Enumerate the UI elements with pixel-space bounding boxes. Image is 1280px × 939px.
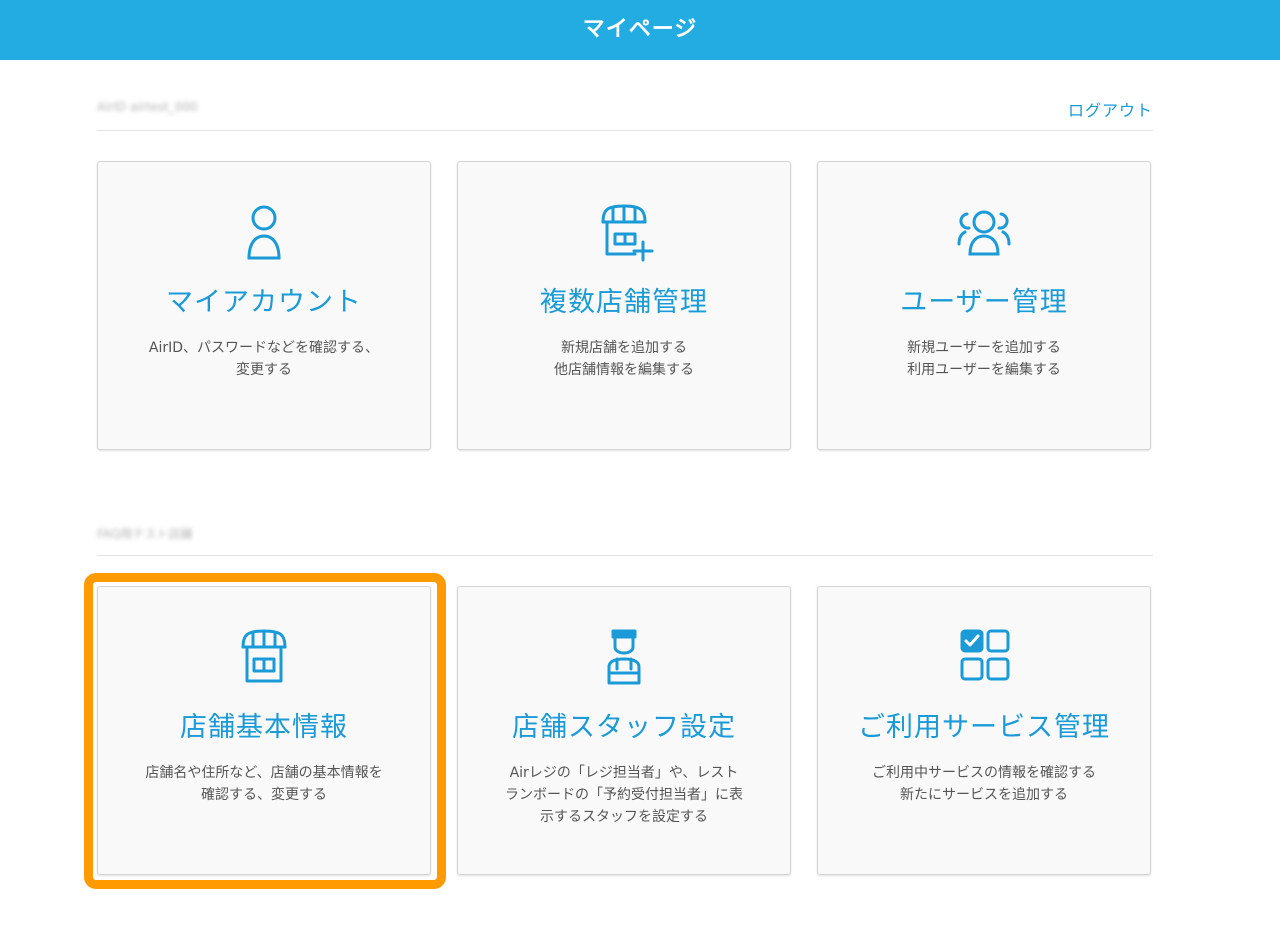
card-description: ご利用中サービスの情報を確認する 新たにサービスを追加する [872, 765, 1096, 803]
staff-icon [589, 625, 659, 689]
card-title: ご利用サービス管理 [858, 712, 1110, 743]
store-staff-card[interactable]: 店舗スタッフ設定 Airレジの「レジ担当者」や、レスト ランボードの「予約受付担… [457, 586, 791, 875]
card-title: マイアカウント [166, 287, 362, 318]
card-title: 店舗スタッフ設定 [512, 712, 736, 743]
multi-store-card[interactable]: 複数店舗管理 新規店舗を追加する 他店舗情報を編集する [457, 161, 791, 450]
card-title: 店舗基本情報 [180, 712, 348, 743]
user-management-card[interactable]: ユーザー管理 新規ユーザーを追加する 利用ユーザーを編集する [817, 161, 1151, 450]
card-description: 新規店舗を追加する 他店舗情報を編集する [554, 340, 694, 378]
page-header: マイページ [0, 0, 1280, 60]
my-account-card[interactable]: マイアカウント AirID、パスワードなどを確認する、 変更する [97, 161, 431, 450]
card-description: AirID、パスワードなどを確認する、 変更する [148, 340, 380, 378]
users-icon [949, 200, 1019, 264]
card-title: ユーザー管理 [900, 287, 1068, 318]
page-title: マイページ [582, 17, 698, 42]
card-description: 店舗名や住所など、店舗の基本情報を 確認する、変更する [145, 765, 383, 803]
services-grid-icon [949, 625, 1019, 689]
card-description: 新規ユーザーを追加する 利用ユーザーを編集する [907, 340, 1061, 378]
store-info-card[interactable]: 店舗基本情報 店舗名や住所など、店舗の基本情報を 確認する、変更する [97, 586, 431, 875]
store-add-icon [589, 200, 659, 264]
service-management-card[interactable]: ご利用サービス管理 ご利用中サービスの情報を確認する 新たにサービスを追加する [817, 586, 1151, 875]
logout-link[interactable]: ログアウト [1068, 97, 1153, 121]
card-description: Airレジの「レジ担当者」や、レスト ランボードの「予約受付担当者」に表 示する… [505, 765, 743, 825]
store-icon [229, 625, 299, 689]
airid-label: AirID airtest_000 [97, 100, 198, 114]
user-icon [229, 200, 299, 264]
store-section-header: FAQ用テスト店舗 [97, 525, 1153, 556]
account-section-header: AirID airtest_000 ログアウト [97, 100, 1153, 131]
store-name-label: FAQ用テスト店舗 [97, 527, 193, 541]
card-title: 複数店舗管理 [540, 287, 708, 318]
